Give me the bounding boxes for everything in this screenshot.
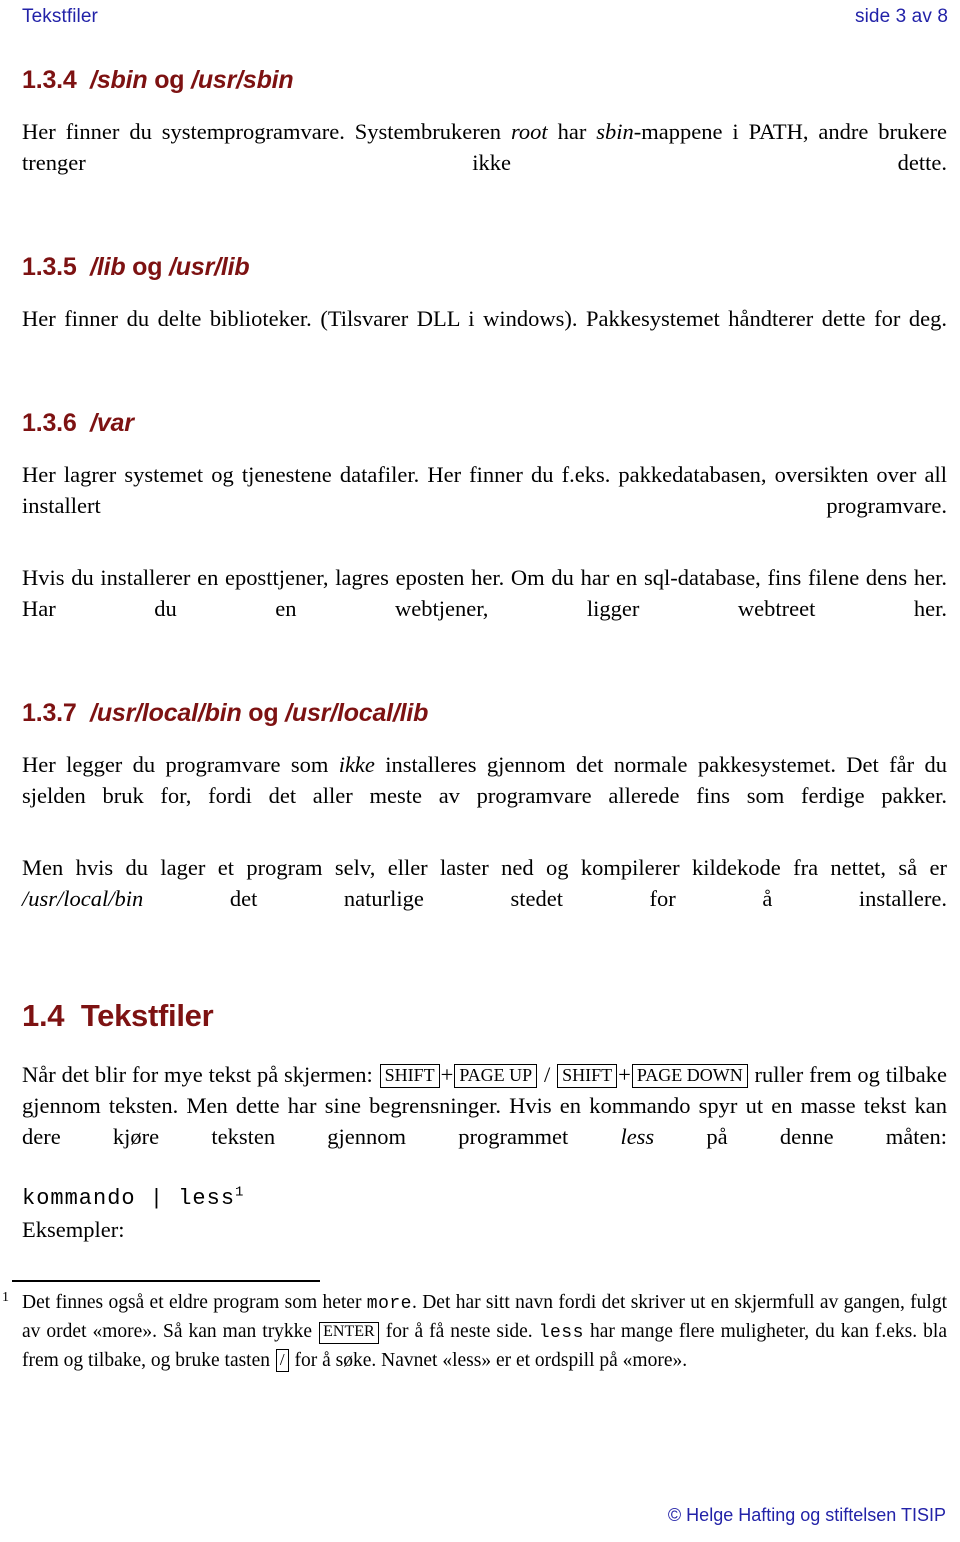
emphasis-sbin: sbin [596,119,634,144]
paragraph-sbin: Her finner du systemprogramvare. Systemb… [22,116,947,209]
heading-number: 1.3.5 [22,253,77,281]
heading-number: 1.3.4 [22,66,77,94]
text-run: Det finnes også et eldre program som het… [22,1292,367,1313]
heading-path-primary: /sbin [90,66,148,94]
heading-path-secondary: /usr/lib [169,253,250,281]
document-page: Tekstfiler side 3 av 8 1.3.4 /sbin og /u… [0,0,960,1542]
examples-label: Eksempler: [22,1214,947,1276]
heading-1-3-6: 1.3.6 /var [22,409,947,437]
copyright-notice: © Helge Hafting og stiftelsen TISIP [667,1505,946,1525]
paragraph-var-2: Hvis du installerer en eposttjener, lagr… [22,562,947,655]
heading-path-secondary: /usr/local/lib [285,699,429,727]
key-shift-2[interactable]: SHIFT [557,1064,618,1088]
text-run: på denne måten: [654,1124,948,1150]
paragraph-tekstfiler-intro: Når det blir for mye tekst på skjermen: … [22,1059,947,1183]
heading-conjunction: og [125,253,170,281]
heading-number: 1.4 [22,998,65,1033]
heading-1-3-7: 1.3.7 /usr/local/bin og /usr/local/lib [22,699,947,727]
text-run: har [547,119,597,144]
key-slash[interactable]: / [275,1349,289,1372]
heading-path-primary: /var [90,409,134,437]
text-run: Eksempler: [22,1217,125,1243]
heading-1-3-4: 1.3.4 /sbin og /usr/sbin [22,66,947,94]
heading-path-primary: /usr/local/bin [90,699,242,727]
paragraph-usrlocal-1: Her legger du programvare som ikke insta… [22,749,947,842]
emphasis-ikke: ikke [338,752,375,777]
heading-path-secondary: /usr/sbin [191,66,294,94]
heading-conjunction: og [147,66,192,94]
key-shift-1[interactable]: SHIFT [379,1064,440,1088]
text-run: for å søke. Navnet «less» er et ordspill… [289,1350,688,1371]
emphasis-root: root [510,119,548,144]
text-run: Her legger du programvare som [22,752,339,777]
emphasis-usr-local-bin: /usr/local/bin [22,886,144,911]
command-text: kommando | less [22,1186,236,1212]
text-run: Når det blir for mye tekst på skjermen: [22,1062,379,1088]
text-run: for å få neste side. [379,1321,539,1342]
code-less: less [538,1323,584,1343]
text-run: Men hvis du lager et program selv, eller… [22,855,947,880]
heading-path-primary: /lib [90,253,126,281]
footnote-marker: 1 [2,1290,9,1305]
heading-title: Tekstfiler [80,998,214,1033]
paragraph-var-1: Her lagrer systemet og tjenestene datafi… [22,459,947,552]
content-column: 1.3.4 /sbin og /usr/sbin Her finner du s… [22,66,947,1276]
text-run: det naturlige stedet for å installere. [143,886,947,911]
page-header: Tekstfiler side 3 av 8 [22,6,948,28]
header-pagination: side 3 av 8 [855,6,948,27]
footnote-separator-rule [12,1280,320,1282]
footnote-text: Det finnes også et eldre program som het… [22,1289,947,1375]
key-enter[interactable]: ENTER [319,1322,379,1344]
text-run: Hvis du installerer en eposttjener, lagr… [22,565,947,621]
paragraph-lib: Her finner du delte biblioteker. (Tilsva… [22,303,947,365]
text-run: Her finner du systemprogramvare. Systemb… [22,119,511,144]
header-document-title: Tekstfiler [22,6,98,27]
paragraph-usrlocal-2: Men hvis du lager et program selv, eller… [22,852,947,945]
text-run: Her lagrer systemet og tjenestene datafi… [22,462,947,518]
heading-number: 1.3.7 [22,699,77,727]
text-run: Her finner du delte biblioteker. (Tilsva… [22,306,947,331]
code-more: more [366,1294,412,1314]
key-plus-1: + [440,1062,454,1088]
command-line-example: kommando | less1 [22,1183,947,1214]
emphasis-less: less [620,1124,655,1150]
footnote-reference-mark[interactable]: 1 [235,1185,244,1201]
key-page-up[interactable]: PAGE UP [454,1064,538,1088]
key-plus-2: + [618,1062,631,1088]
heading-1-4-tekstfiler: 1.4 Tekstfiler [22,998,947,1033]
heading-number: 1.3.6 [22,409,77,437]
heading-1-3-5: 1.3.5 /lib og /usr/lib [22,253,947,281]
page-footer: © Helge Hafting og stiftelsen TISIP [668,1505,946,1526]
key-page-down[interactable]: PAGE DOWN [631,1064,748,1088]
heading-conjunction: og [241,699,286,727]
